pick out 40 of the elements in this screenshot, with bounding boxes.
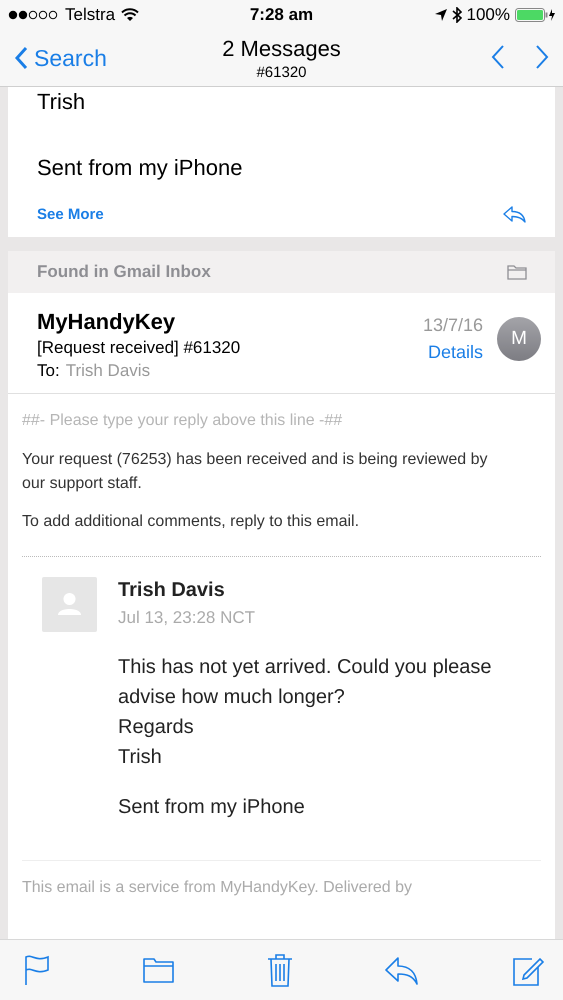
body-paragraph: Your request (76253) has been received and is being reviewed by our support staff. — [22, 450, 488, 494]
reply-button[interactable] — [385, 955, 420, 985]
subject-line: [Request received] #61320 — [37, 338, 242, 358]
bluetooth-icon — [452, 7, 462, 23]
comment-author: Trish Davis — [118, 579, 226, 602]
avatar-placeholder-icon — [42, 577, 97, 632]
sender-name: MyHandyKey — [37, 309, 176, 335]
nav-subtitle: #61320 — [256, 64, 307, 80]
message-text: Sent from my iPhone — [37, 155, 244, 181]
location-arrow-icon — [434, 9, 447, 21]
folder-icon — [507, 264, 527, 280]
nav-title: 2 Messages — [222, 36, 341, 62]
see-more-link[interactable]: See More — [37, 206, 104, 222]
signal-icon — [8, 10, 59, 20]
comment-text: This has not yet arrived. Could you please advise how much longer? — [118, 655, 493, 710]
to-label: To: — [37, 361, 60, 381]
comment-time: Jul 13, 23:28 NCT — [118, 608, 256, 628]
reply-icon[interactable] — [503, 205, 527, 223]
wifi-icon — [121, 8, 140, 22]
flag-button[interactable] — [24, 954, 50, 986]
trash-button[interactable] — [266, 953, 292, 987]
reply-marker-text: ##- Please type your reply above this line -## — [22, 412, 344, 430]
battery-charging-icon — [515, 7, 555, 23]
footer-text: This email is a service from MyHandyKey. Delivered by — [22, 879, 414, 897]
comment-text: Trish — [118, 745, 163, 770]
back-button[interactable]: Search — [14, 44, 222, 72]
folder-button[interactable] — [142, 957, 174, 983]
details-link[interactable]: Details — [428, 342, 483, 363]
mailbox-label: Found in Gmail Inbox — [37, 262, 211, 282]
clock-time: 7:28 am — [250, 5, 314, 25]
signature-text: Sent from my iPhone — [118, 795, 306, 820]
battery-percentage: 100% — [466, 5, 510, 25]
body-paragraph: To add additional comments, reply to this email. — [22, 512, 360, 532]
carrier-name: Telstra — [65, 5, 116, 25]
recipient-name: Trish Davis — [66, 361, 150, 381]
sender-avatar: M — [497, 317, 541, 361]
message-text: Trish — [37, 89, 86, 115]
comment-text: Regards — [118, 715, 195, 740]
chevron-left-icon — [14, 46, 28, 70]
message-date: 13/7/16 — [422, 315, 483, 336]
